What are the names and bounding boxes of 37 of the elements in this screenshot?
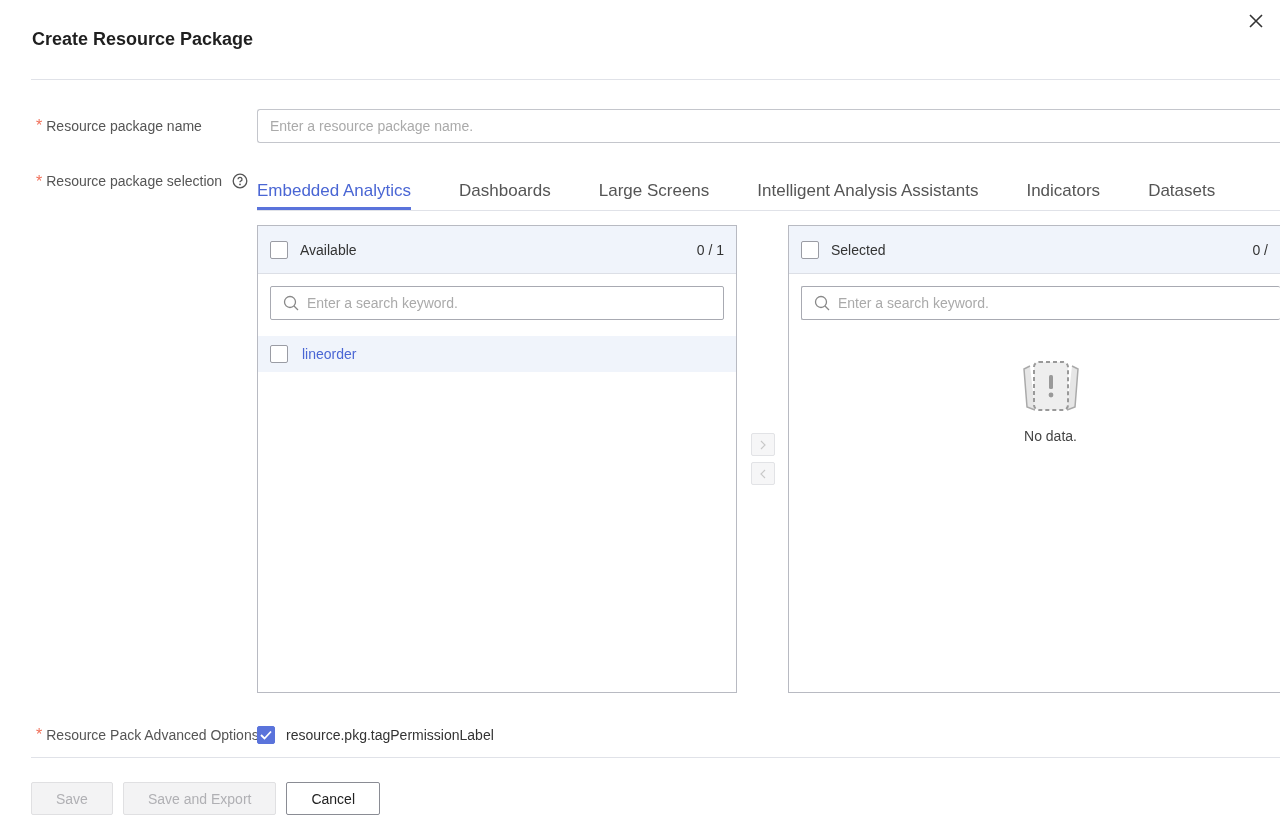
category-tab[interactable]: Embedded Analytics bbox=[257, 167, 412, 210]
required-mark: * bbox=[36, 726, 43, 744]
category-tab[interactable]: Dashboards bbox=[459, 167, 551, 210]
dialog-title: Create Resource Package bbox=[31, 28, 254, 50]
search-icon bbox=[283, 295, 299, 311]
list-item[interactable]: lineorder bbox=[258, 336, 736, 372]
required-mark: * bbox=[36, 173, 43, 191]
field-label: Resource package selection bbox=[46, 173, 223, 189]
category-tab[interactable]: Indicators bbox=[1026, 167, 1101, 210]
category-tab[interactable]: Intelligent Analysis Assistants bbox=[757, 167, 979, 210]
category-tab[interactable]: Datasets bbox=[1148, 167, 1216, 210]
item-count: 0 / bbox=[1252, 241, 1268, 258]
help-icon[interactable] bbox=[232, 173, 249, 189]
item-checkbox[interactable] bbox=[270, 345, 288, 363]
panel-title: Selected bbox=[831, 241, 887, 258]
chevron-left-icon bbox=[758, 468, 767, 479]
select-all-checkbox[interactable] bbox=[270, 240, 288, 259]
field-label: Resource Pack Advanced Options bbox=[46, 727, 259, 743]
search-field[interactable]: Enter a search keyword. bbox=[801, 286, 1280, 320]
footer-button[interactable]: Cancel bbox=[286, 782, 381, 815]
close-button[interactable] bbox=[1247, 12, 1265, 30]
select-all-checkbox[interactable] bbox=[801, 240, 819, 259]
option-checkbox[interactable] bbox=[257, 726, 275, 744]
empty-data-icon bbox=[1021, 358, 1080, 414]
close-icon bbox=[1249, 14, 1263, 28]
name-input-field[interactable]: Enter a resource package name. bbox=[257, 109, 1280, 143]
search-field[interactable]: Enter a search keyword. bbox=[270, 286, 724, 320]
item-count: 0 / 1 bbox=[696, 241, 724, 258]
panel-title: Available bbox=[300, 241, 358, 258]
chevron-right-icon bbox=[758, 439, 767, 450]
empty-message: No data. bbox=[1024, 428, 1077, 444]
field-label: Resource package name bbox=[46, 118, 202, 134]
search-icon bbox=[814, 295, 830, 311]
category-tab[interactable]: Large Screens bbox=[598, 167, 710, 210]
check-icon bbox=[260, 730, 272, 740]
required-mark: * bbox=[36, 117, 43, 135]
option-label: resource.pkg.tagPermissionLabel bbox=[286, 727, 494, 743]
